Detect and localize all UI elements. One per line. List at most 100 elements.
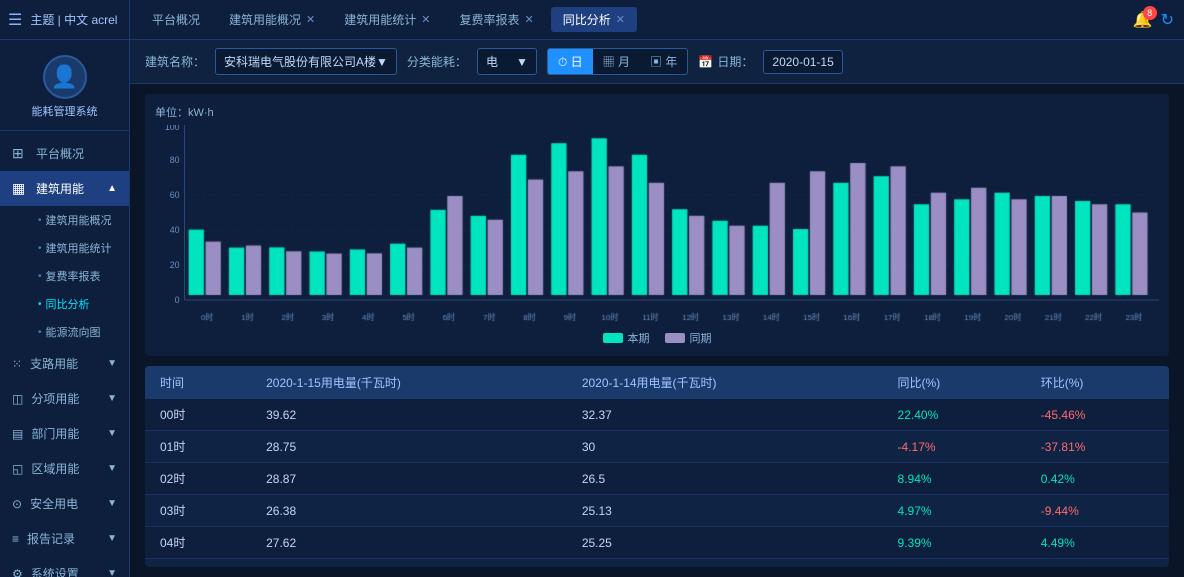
hamburger-icon[interactable]: ☰ [8,10,22,30]
building-overview-label: 建筑用能概况 [46,212,112,228]
user-icon: 👤 [51,64,78,90]
power-factor-label: 复费率报表 [46,268,101,284]
tab-platform[interactable]: 平台概况 [140,7,212,32]
cell-yoy: -4.17% [883,431,1026,463]
date-label: 📅 日期： [698,53,753,70]
date-btn-day[interactable]: ⏱ 日 [548,49,593,74]
sidebar-item-branch[interactable]: ⁙ 支路用能 ▼ [0,346,129,381]
topbar: 平台概况 建筑用能概况 ✕ 建筑用能统计 ✕ 复费率报表 ✕ 同比分析 ✕ 🔔 … [130,0,1184,40]
tab-building-overview-close[interactable]: ✕ [306,13,315,26]
cell-mom: 4.49% [1026,527,1169,559]
date-btn-month[interactable]: ▦ 月 [593,49,640,74]
dept-icon: ▤ [12,427,23,441]
table-row: 04时27.6225.259.39%4.49% [145,527,1169,559]
building-select[interactable]: 安科瑞电气股份有限公司A楼 ▼ [215,48,397,75]
cell-prev: 26.5 [567,463,883,495]
yoy-label: 同比分析 [46,296,90,312]
tab-building-overview-label: 建筑用能概况 [229,11,301,28]
cell-current: 39.62 [251,399,567,431]
tab-building-stats-close[interactable]: ✕ [421,13,430,26]
cell-current: 28.75 [251,431,567,463]
legend-current-label: 本期 [628,330,650,346]
nav-menu: ⊞ 平台概况 ▦ 建筑用能 ▲ 建筑用能概况 建筑用能统计 复费率报表 同比分析… [0,131,129,577]
cell-prev: 30 [567,431,883,463]
category-label: 分类能耗： [407,53,467,70]
platform-icon: ⊞ [12,145,28,162]
sidebar-item-dept[interactable]: ▤ 部门用能 ▼ [0,416,129,451]
chart-container: 0 20 40 60 80 100 [155,125,1159,325]
sidebar-item-report[interactable]: ≡ 报告记录 ▼ [0,521,129,556]
sub-arrow-icon: ▼ [107,393,117,404]
sidebar-item-sub[interactable]: ◫ 分项用能 ▼ [0,381,129,416]
sidebar-item-building-stats[interactable]: 建筑用能统计 [28,234,129,262]
building-icon: ▦ [12,180,28,197]
sidebar-item-yoy[interactable]: 同比分析 [28,290,129,318]
table-header-row: 时间 2020-1-15用电量(千瓦时) 2020-1-14用电量(千瓦时) 同… [145,366,1169,399]
cell-yoy: 8.28% [883,559,1026,568]
col-current: 2020-1-15用电量(千瓦时) [251,366,567,399]
topbar-icons: 🔔 8 ↻ [1133,10,1174,30]
date-type-buttons: ⏱ 日 ▦ 月 ▣ 年 [547,48,688,75]
date-input[interactable]: 2020-01-15 [763,50,842,74]
cell-yoy: 8.94% [883,463,1026,495]
tab-yoy[interactable]: 同比分析 ✕ [551,7,637,32]
col-yoy: 同比(%) [883,366,1026,399]
safety-icon: ⊙ [12,497,22,511]
cell-current: 27.62 [251,527,567,559]
report-arrow-icon: ▼ [107,533,117,544]
clock-icon: ⏱ [558,55,567,69]
date-btn-year-label: 年 [665,55,677,69]
settings-arrow-icon: ▼ [107,568,117,577]
cell-mom: -9.44% [1026,495,1169,527]
building-dropdown-icon: ▼ [376,55,388,69]
tab-power-factor-label: 复费率报表 [459,11,519,28]
branch-arrow-icon: ▼ [107,358,117,369]
cell-time: 00时 [145,399,251,431]
cell-yoy: 4.97% [883,495,1026,527]
notification-button[interactable]: 🔔 8 [1133,10,1153,30]
sidebar-item-energy-trend[interactable]: 能源流向图 [28,318,129,346]
building-label: 建筑名称： [145,53,205,70]
report-icon: ≡ [12,532,19,546]
building-submenu: 建筑用能概况 建筑用能统计 复费率报表 同比分析 能源流向图 [0,206,129,346]
sidebar-item-power-factor[interactable]: 复费率报表 [28,262,129,290]
table-row: 03时26.3825.134.97%-9.44% [145,495,1169,527]
user-section: 👤 能耗管理系统 [0,40,129,131]
col-mom: 环比(%) [1026,366,1169,399]
building-stats-label: 建筑用能统计 [46,240,112,256]
sidebar-item-platform[interactable]: ⊞ 平台概况 [0,136,129,171]
date-btn-year[interactable]: ▣ 年 [640,49,687,74]
sidebar-item-settings[interactable]: ⚙ 系统设置 ▼ [0,556,129,577]
col-prev: 2020-1-14用电量(千瓦时) [567,366,883,399]
cell-current: 26.38 [251,495,567,527]
tab-building-overview[interactable]: 建筑用能概况 ✕ [217,7,327,32]
chart-legend: 本期 同期 [155,330,1159,346]
sidebar-item-building[interactable]: ▦ 建筑用能 ▲ [0,171,129,206]
branch-label: 支路用能 [30,355,78,372]
sidebar-item-safety[interactable]: ⊙ 安全用电 ▼ [0,486,129,521]
legend-prev-color [665,333,685,343]
data-table: 时间 2020-1-15用电量(千瓦时) 2020-1-14用电量(千瓦时) 同… [145,366,1169,567]
tab-building-stats-label: 建筑用能统计 [344,11,416,28]
sidebar-item-building-overview[interactable]: 建筑用能概况 [28,206,129,234]
date-icon: 📅 [698,55,713,69]
tab-power-factor[interactable]: 复费率报表 ✕ [447,7,545,32]
legend-prev-label: 同期 [690,330,712,346]
sidebar-item-area[interactable]: ◱ 区域用能 ▼ [0,451,129,486]
tab-power-factor-close[interactable]: ✕ [525,13,534,26]
cell-current: 31.13 [251,559,567,568]
building-value: 安科瑞电气股份有限公司A楼 [224,53,376,70]
settings-icon: ⚙ [12,567,23,577]
sidebar-theme: 主题 | 中文 acrel [30,11,117,28]
category-select[interactable]: 电 ▼ [477,48,537,75]
building-arrow-icon: ▲ [107,183,117,194]
cell-yoy: 22.40% [883,399,1026,431]
tab-building-stats[interactable]: 建筑用能统计 ✕ [332,7,442,32]
refresh-button[interactable]: ↻ [1161,10,1174,30]
notification-badge: 8 [1143,6,1157,20]
tab-yoy-close[interactable]: ✕ [616,13,625,26]
cell-time: 05时 [145,559,251,568]
area-icon: ◱ [12,462,23,476]
branch-icon: ⁙ [12,357,22,371]
table-row: 05时31.1328.758.28%11.28% [145,559,1169,568]
